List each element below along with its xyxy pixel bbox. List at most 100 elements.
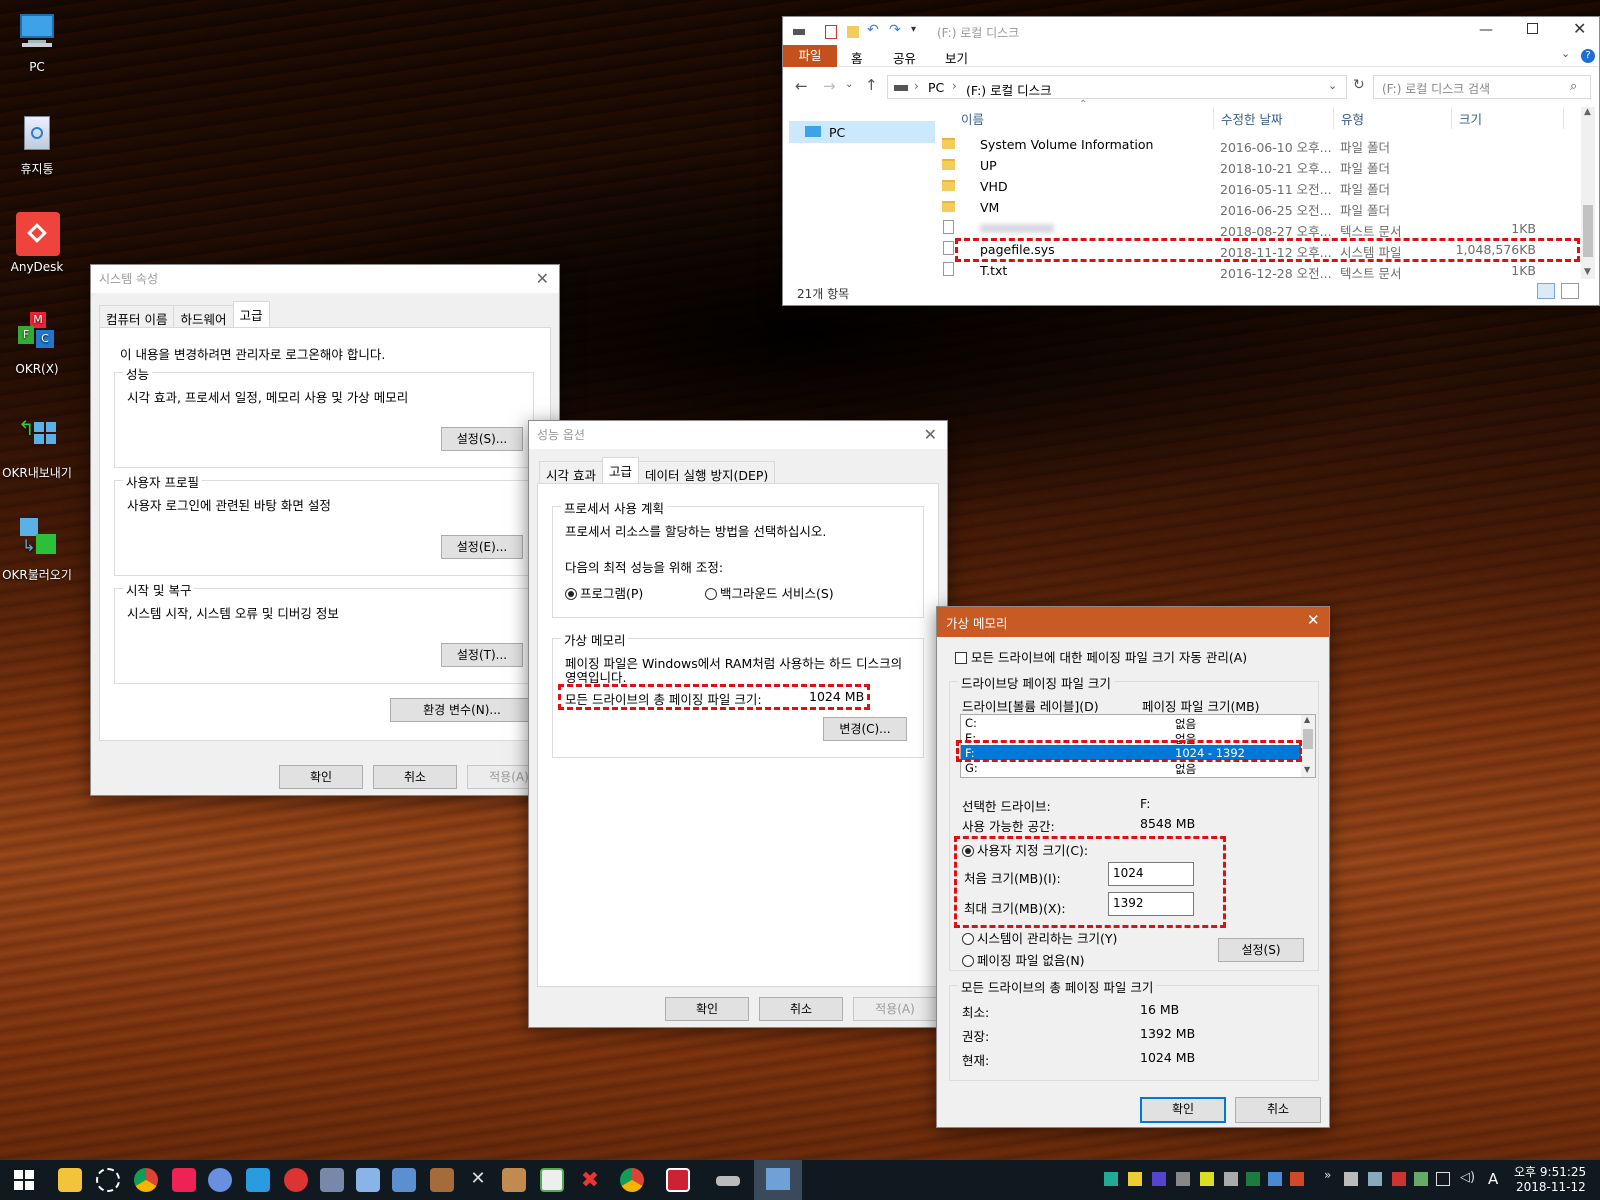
clock-time[interactable]: 오후 9:51:25 — [1514, 1163, 1586, 1180]
close-app-icon[interactable]: ✖ — [578, 1168, 602, 1193]
table-row[interactable]: VM 2016-06-25 오전... 파일 폴더 — [938, 197, 1550, 218]
tray-icon[interactable] — [1344, 1172, 1358, 1186]
back-icon[interactable]: ← — [795, 77, 808, 95]
app-icon[interactable] — [284, 1168, 308, 1192]
list-item[interactable]: G: 없음 — [961, 760, 1301, 776]
scroll-down-icon[interactable]: ▼ — [1584, 267, 1591, 277]
chrome-icon[interactable] — [134, 1168, 158, 1192]
tray-icon[interactable] — [1414, 1172, 1428, 1186]
ribbon-tab-home[interactable]: 홈 — [851, 48, 863, 67]
ok-button[interactable]: 확인 — [279, 765, 363, 789]
scrollbar-thumb[interactable] — [1583, 205, 1593, 257]
recent-locations-icon[interactable]: ⌄ — [845, 79, 853, 90]
chrome-icon[interactable] — [620, 1168, 644, 1192]
vertical-scrollbar[interactable]: ▲ ▼ — [1581, 107, 1595, 279]
search-input[interactable]: (F:) 로컬 디스크 검색 ⌕ — [1373, 75, 1591, 99]
show-hidden-icons-icon[interactable]: » — [1324, 1168, 1331, 1182]
desktop-icon-recycle-bin[interactable]: 휴지통 — [0, 110, 74, 177]
apply-button[interactable]: 적용(A) — [853, 997, 937, 1021]
desktop-icon-okr[interactable]: M F C OKR(X) — [0, 312, 74, 376]
address-bar[interactable]: › PC › (F:) 로컬 디스크 ⌄ — [887, 75, 1347, 99]
table-row[interactable]: 2018-08-27 오후... 텍스트 문서 1KB — [938, 218, 1550, 239]
ribbon-tab-share[interactable]: 공유 — [893, 48, 916, 67]
nav-item-pc[interactable]: PC — [789, 121, 935, 143]
tray-icon[interactable] — [1224, 1172, 1238, 1186]
tab-hardware[interactable]: 하드웨어 — [173, 305, 234, 327]
desktop-icon-okr-import[interactable]: ↳ OKR불러오기 — [0, 516, 74, 583]
auto-manage-checkbox[interactable]: 모든 드라이브에 대한 페이징 파일 크기 자동 관리(A) — [955, 647, 1247, 666]
details-view-icon[interactable] — [1537, 283, 1555, 299]
new-folder-icon[interactable] — [847, 26, 859, 38]
large-icons-view-icon[interactable] — [1561, 283, 1579, 299]
startup-settings-button[interactable]: 설정(T)... — [441, 643, 523, 667]
scroll-up-icon[interactable]: ▲ — [1304, 715, 1310, 724]
volume-icon[interactable]: ◁) — [1460, 1170, 1475, 1185]
scroll-down-icon[interactable]: ▼ — [1304, 765, 1310, 774]
table-row[interactable]: VHD 2016-05-11 오전... 파일 폴더 — [938, 176, 1550, 197]
ok-button[interactable]: 확인 — [1140, 1097, 1226, 1123]
table-row[interactable]: UP 2018-10-21 오후... 파일 폴더 — [938, 155, 1550, 176]
close-icon[interactable]: ✕ — [1573, 19, 1586, 38]
radio-no-paging-file[interactable]: 페이징 파일 없음(N) — [962, 950, 1085, 969]
cancel-button[interactable]: 취소 — [373, 765, 457, 789]
tab-dep[interactable]: 데이터 실행 방지(DEP) — [638, 461, 776, 483]
app-icon[interactable] — [666, 1168, 690, 1192]
close-icon[interactable]: ✕ — [924, 421, 937, 449]
column-header-type[interactable]: 유형 — [1341, 109, 1364, 128]
up-icon[interactable]: ↑ — [865, 76, 878, 94]
tray-icon[interactable] — [1176, 1172, 1190, 1186]
scroll-up-icon[interactable]: ▲ — [1584, 107, 1591, 117]
list-scrollbar[interactable]: ▲ ▼ — [1301, 715, 1315, 777]
profile-settings-button[interactable]: 설정(E)... — [441, 535, 523, 559]
refresh-icon[interactable]: ↻ — [1353, 77, 1365, 93]
tab-computer-name[interactable]: 컴퓨터 이름 — [99, 305, 175, 327]
performance-settings-button[interactable]: 설정(S)... — [441, 427, 523, 451]
close-icon[interactable]: ✕ — [536, 265, 549, 293]
desktop-icon-pc[interactable]: PC — [0, 10, 74, 74]
redo-icon[interactable]: ↷ — [889, 22, 901, 38]
app-icon[interactable] — [430, 1168, 454, 1192]
column-header-size[interactable]: 크기 — [1459, 109, 1482, 128]
start-button[interactable] — [14, 1170, 34, 1190]
app-icon[interactable] — [246, 1168, 270, 1192]
help-icon[interactable]: ? — [1581, 49, 1595, 63]
scrollbar-thumb[interactable] — [1303, 729, 1313, 749]
radio-background-services[interactable]: 백그라운드 서비스(S) — [705, 583, 834, 602]
breadcrumb-drive[interactable]: (F:) 로컬 디스크 — [966, 80, 1052, 99]
usb-icon[interactable] — [1436, 1172, 1450, 1186]
app-icon[interactable] — [172, 1168, 196, 1192]
drive-app-icon[interactable] — [716, 1176, 740, 1186]
ime-indicator[interactable]: A — [1488, 1170, 1498, 1188]
radio-system-managed[interactable]: 시스템이 관리하는 크기(Y) — [962, 928, 1117, 947]
tab-advanced[interactable]: 고급 — [601, 457, 639, 483]
cancel-button[interactable]: 취소 — [759, 997, 843, 1021]
maximize-icon[interactable] — [1527, 23, 1538, 34]
ribbon-expand-icon[interactable]: ⌄ — [1561, 47, 1570, 60]
tray-icon[interactable] — [1200, 1172, 1214, 1186]
close-icon[interactable]: ✕ — [1307, 611, 1320, 629]
properties-icon[interactable] — [825, 25, 837, 39]
app-icon[interactable] — [208, 1168, 232, 1192]
tab-visual-effects[interactable]: 시각 효과 — [539, 461, 603, 483]
tray-icon[interactable] — [1268, 1172, 1282, 1186]
snipping-icon[interactable] — [96, 1168, 120, 1192]
change-button[interactable]: 변경(C)... — [823, 717, 907, 741]
address-dropdown-icon[interactable]: ⌄ — [1328, 79, 1337, 92]
cancel-button[interactable]: 취소 — [1235, 1097, 1321, 1123]
radio-programs[interactable]: 프로그램(P) — [565, 583, 643, 602]
app-icon[interactable] — [502, 1168, 526, 1192]
desktop-icon-anydesk[interactable]: AnyDesk — [0, 210, 74, 274]
minimize-icon[interactable]: — — [1479, 22, 1493, 38]
terminal-icon[interactable] — [540, 1168, 564, 1192]
network-icon[interactable] — [1368, 1172, 1382, 1186]
tray-icon[interactable] — [1128, 1172, 1142, 1186]
column-header-name[interactable]: 이름 — [961, 109, 984, 128]
app-icon[interactable] — [356, 1168, 380, 1192]
ribbon-tab-view[interactable]: 보기 — [945, 48, 968, 67]
powerpoint-tray-icon[interactable] — [1290, 1172, 1304, 1186]
tab-advanced[interactable]: 고급 — [232, 301, 270, 327]
ribbon-tab-file[interactable]: 파일 — [783, 45, 837, 67]
tools-icon[interactable]: ✕ — [466, 1168, 490, 1192]
desktop-icon-okr-export[interactable]: ↰ OKR내보내기 — [0, 414, 74, 481]
table-row[interactable]: T.txt 2016-12-28 오전... 텍스트 문서 1KB — [938, 260, 1550, 281]
